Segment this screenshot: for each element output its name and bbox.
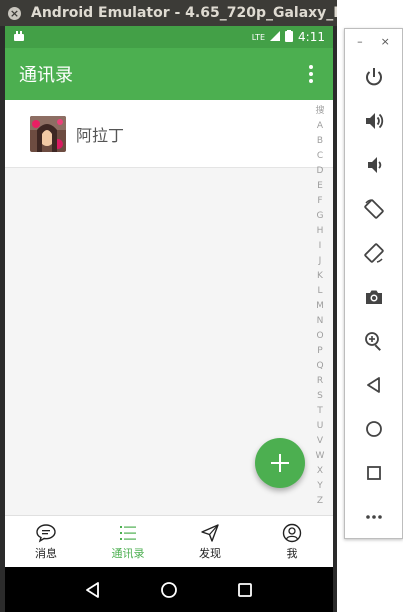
rotate-right-icon	[363, 243, 384, 263]
volume-down-icon	[367, 157, 381, 173]
index-letter[interactable]: I	[319, 239, 322, 254]
close-window-icon[interactable]: ×	[8, 6, 21, 20]
index-letter[interactable]: L	[317, 284, 322, 299]
send-icon	[201, 523, 219, 542]
camera-icon	[365, 290, 382, 304]
index-letter[interactable]: P	[317, 344, 322, 359]
home-icon[interactable]	[160, 581, 178, 599]
volume-down-button[interactable]	[345, 143, 402, 187]
index-letter[interactable]: D	[317, 164, 324, 179]
phone-screen: LTE 4:11 通讯录 阿拉丁 搜 A B C D E F G H I J K…	[5, 26, 333, 612]
index-letter[interactable]: T	[317, 404, 323, 419]
nav-item-discover[interactable]: 发现	[169, 516, 251, 567]
network-type-label: LTE	[251, 32, 266, 42]
more-dots-icon	[365, 515, 382, 519]
screenshot-button[interactable]	[345, 275, 402, 319]
index-letter[interactable]: A	[317, 119, 323, 134]
nav-label-discover: 发现	[199, 546, 221, 560]
index-letter[interactable]: U	[317, 419, 324, 434]
system-navigation-bar	[5, 567, 333, 612]
index-letter[interactable]: C	[317, 149, 323, 164]
index-letter[interactable]: F	[317, 194, 322, 209]
nav-item-contacts[interactable]: 通讯录	[87, 516, 169, 567]
close-icon[interactable]: ×	[381, 35, 390, 55]
index-letter[interactable]: J	[319, 254, 322, 269]
index-letter[interactable]: M	[316, 299, 324, 314]
index-letter[interactable]: B	[317, 134, 323, 149]
add-contact-button[interactable]	[255, 438, 305, 488]
overview-button[interactable]	[345, 451, 402, 495]
recents-icon[interactable]	[236, 581, 254, 599]
power-button[interactable]	[345, 55, 402, 99]
index-letter[interactable]: Y	[317, 479, 323, 494]
page-title: 通讯录	[19, 65, 73, 86]
nav-label-me: 我	[286, 546, 298, 560]
index-letter[interactable]: N	[317, 314, 324, 329]
avatar	[30, 115, 66, 152]
index-letter[interactable]: S	[317, 389, 323, 404]
back-triangle-icon	[366, 377, 380, 393]
back-button[interactable]	[345, 363, 402, 407]
zoom-in-icon	[364, 332, 381, 351]
status-bar: LTE 4:11	[5, 26, 333, 48]
nav-label-messages: 消息	[35, 546, 57, 560]
android-notification-icon	[13, 30, 25, 45]
contacts-list-icon	[120, 525, 136, 540]
index-letter[interactable]: Q	[316, 359, 323, 374]
person-icon	[282, 523, 302, 542]
battery-icon	[285, 29, 294, 45]
plus-icon	[271, 454, 289, 472]
window-titlebar: × Android Emulator - 4.65_720p_Galaxy_Ne…	[0, 0, 337, 26]
rotate-right-button[interactable]	[345, 231, 402, 275]
more-button[interactable]	[345, 495, 402, 539]
nav-label-contacts: 通讯录	[111, 546, 145, 560]
volume-up-icon	[365, 113, 383, 129]
index-letter[interactable]: V	[317, 434, 323, 449]
contact-list-item[interactable]: 阿拉丁	[5, 100, 333, 168]
home-circle-icon	[365, 421, 382, 437]
overview-square-icon	[366, 466, 381, 480]
minimize-icon[interactable]: –	[357, 35, 363, 55]
nav-item-messages[interactable]: 消息	[5, 516, 87, 567]
nav-item-me[interactable]: 我	[251, 516, 333, 567]
back-icon[interactable]	[84, 581, 102, 599]
bottom-navigation: 消息 通讯录 发现 我	[5, 515, 333, 567]
index-letter[interactable]: O	[316, 329, 323, 344]
rotate-left-button[interactable]	[345, 187, 402, 231]
alphabet-index-bar[interactable]: 搜ABCDEFGHIJKLMNOPQRSTUVWXYZ	[313, 104, 327, 509]
status-time: 4:11	[298, 30, 325, 44]
signal-icon	[270, 30, 281, 44]
emulator-window: × Android Emulator - 4.65_720p_Galaxy_Ne…	[0, 0, 337, 612]
index-letter[interactable]: 搜	[315, 104, 324, 119]
power-icon	[365, 68, 382, 86]
index-letter[interactable]: W	[316, 449, 325, 464]
index-letter[interactable]: G	[317, 209, 324, 224]
chat-icon	[36, 523, 56, 543]
contact-name: 阿拉丁	[76, 125, 125, 145]
app-bar: 通讯录	[5, 48, 333, 100]
side-panel-header: – ×	[345, 29, 402, 55]
volume-up-button[interactable]	[345, 99, 402, 143]
home-button[interactable]	[345, 407, 402, 451]
index-letter[interactable]: K	[317, 269, 323, 284]
zoom-button[interactable]	[345, 319, 402, 363]
overflow-menu-icon[interactable]	[303, 64, 319, 84]
emulator-side-panel: – ×	[344, 28, 403, 539]
window-title: Android Emulator - 4.65_720p_Galaxy_Nexu…	[31, 5, 337, 21]
index-letter[interactable]: X	[317, 464, 323, 479]
index-letter[interactable]: R	[317, 374, 323, 389]
index-letter[interactable]: Z	[317, 494, 323, 509]
index-letter[interactable]: E	[317, 179, 323, 194]
rotate-left-icon	[363, 199, 384, 219]
index-letter[interactable]: H	[317, 224, 324, 239]
